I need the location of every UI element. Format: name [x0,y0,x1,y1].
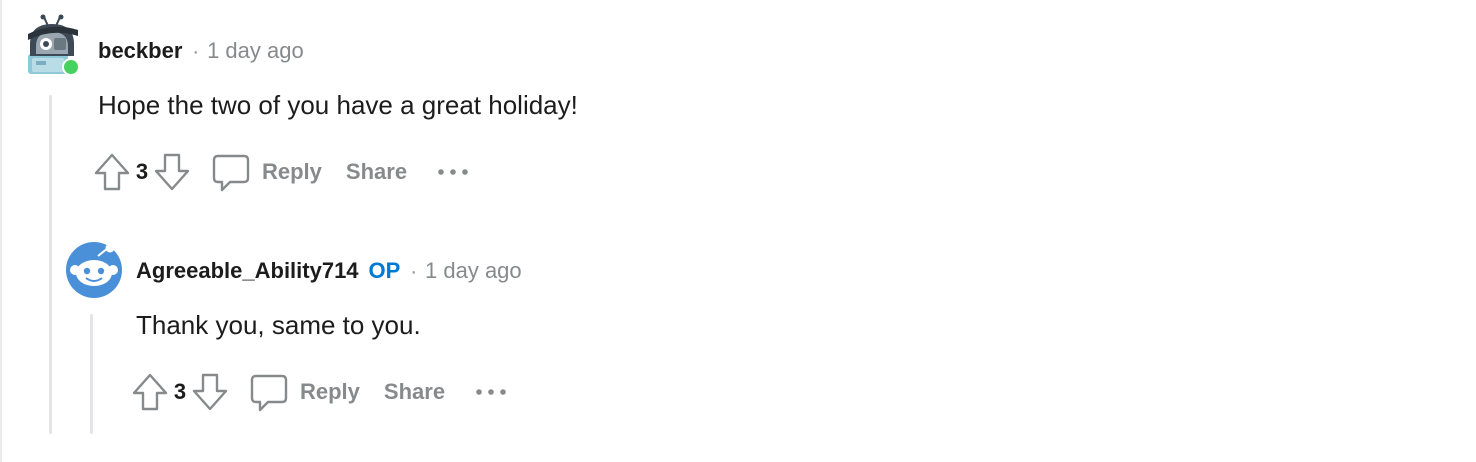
share-button[interactable]: Share [346,150,407,194]
collapse-thread-line[interactable] [49,95,52,434]
more-dots-icon [476,389,506,395]
collapse-thread-line[interactable] [90,314,93,434]
author-name[interactable]: Agreeable_Ability714 [136,258,359,284]
vote-score: 3 [135,159,149,184]
share-button[interactable]: Share [384,370,445,414]
comment-body: Thank you, same to you. [136,310,421,340]
op-badge: OP [368,258,401,283]
upvote-arrow-icon [132,373,168,411]
downvote-arrow-icon [154,153,190,191]
thread-edge [0,0,2,462]
user-avatar[interactable] [22,14,80,76]
comment-body: Hope the two of you have a great holiday… [98,90,578,120]
meta-separator: · [410,261,418,283]
comment-bubble-icon [212,154,250,192]
comment-bubble-icon [250,374,288,412]
comment-meta: Agreeable_Ability714 OP · 1 day ago [136,258,522,284]
user-avatar[interactable] [64,240,122,298]
reply-label: Reply [262,159,322,184]
more-options-button[interactable] [435,150,471,194]
reply-button[interactable]: Reply [250,370,360,414]
more-dots-icon [438,169,468,175]
more-options-button[interactable] [473,370,509,414]
comment-meta: beckber · 1 day ago [98,38,304,64]
author-name[interactable]: beckber [98,38,182,64]
comment-thread: beckber · 1 day ago Hope the two of you … [0,0,1476,462]
vote-score: 3 [173,379,187,404]
reply-label: Reply [300,379,360,404]
upvote-button[interactable] [130,370,170,414]
robot-snoo-avatar-icon [28,14,80,76]
share-label: Share [345,159,408,184]
reply-button[interactable]: Reply [212,150,322,194]
default-snoo-avatar-icon [66,242,122,298]
downvote-button[interactable] [190,370,230,414]
meta-separator: · [192,41,200,63]
comment-timestamp[interactable]: 1 day ago [207,38,304,64]
downvote-arrow-icon [192,373,228,411]
upvote-button[interactable] [92,150,132,194]
upvote-arrow-icon [94,153,130,191]
share-label: Share [383,379,446,404]
comment-actions: 3 Reply Share [130,370,509,414]
comment-actions: 3 Reply Share [92,150,471,194]
downvote-button[interactable] [152,150,192,194]
online-status-icon [64,60,78,74]
comment-timestamp[interactable]: 1 day ago [425,258,522,284]
